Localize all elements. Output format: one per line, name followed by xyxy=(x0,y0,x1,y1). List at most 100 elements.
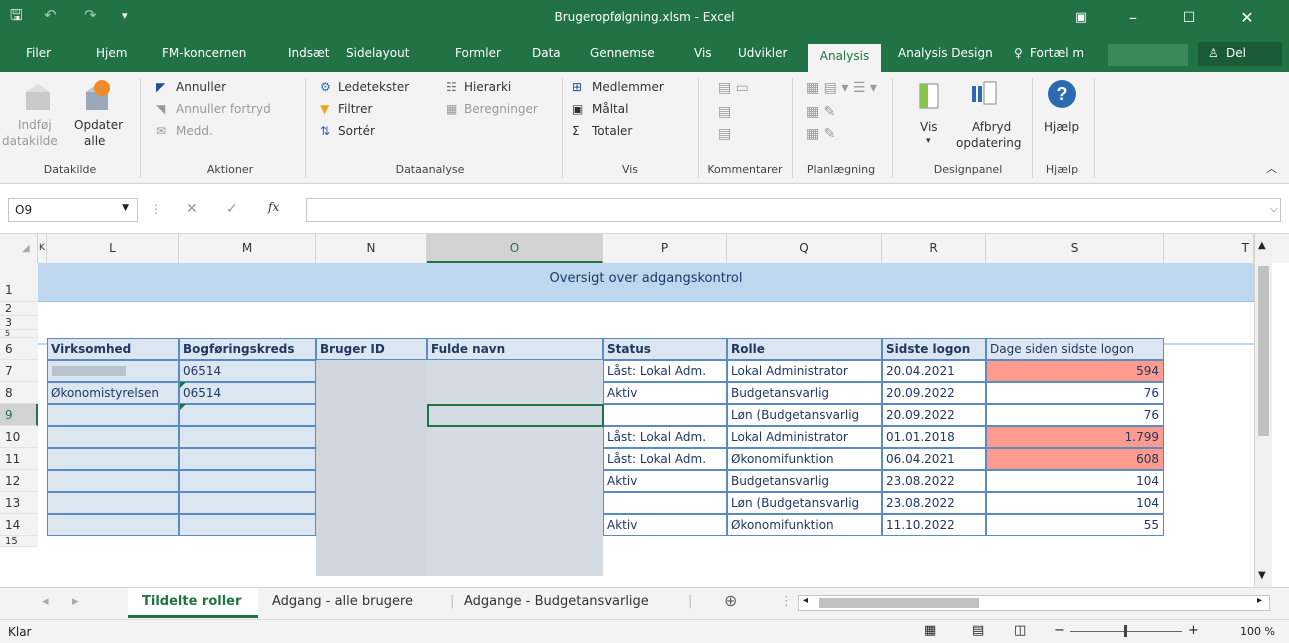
table-header-cell[interactable]: Dage siden sidste logon xyxy=(986,338,1164,360)
expand-formula-icon[interactable]: ⌵ xyxy=(1270,204,1278,215)
filter-button[interactable]: Filtrer xyxy=(338,102,372,116)
table-cell-logon[interactable]: 06.04.2021 xyxy=(882,448,986,470)
insert-function-icon[interactable]: fx xyxy=(268,200,279,214)
row-header[interactable]: 8 xyxy=(0,382,38,404)
table-cell-status[interactable]: Aktiv xyxy=(603,514,727,536)
selected-cell-o9[interactable] xyxy=(427,404,604,427)
pause-refresh-button[interactable]: Afbryd xyxy=(972,120,1011,134)
table-cell-kreds[interactable] xyxy=(179,426,316,448)
message-button[interactable]: Medd. xyxy=(176,124,213,138)
scroll-down-icon[interactable]: ▼ xyxy=(1258,570,1266,581)
row-header[interactable]: 2 xyxy=(0,302,38,316)
add-sheet-icon[interactable]: ⊕ xyxy=(724,591,737,610)
table-cell-logon[interactable]: 11.10.2022 xyxy=(882,514,986,536)
maximize-button[interactable]: ☐ xyxy=(1166,4,1212,32)
table-header-cell[interactable]: Virksomhed xyxy=(47,338,179,360)
table-cell-kreds[interactable] xyxy=(179,492,316,514)
redo-button[interactable]: Annuller fortryd xyxy=(176,102,271,116)
table-cell-rolle[interactable]: Løn (Budgetansvarlig xyxy=(727,492,882,514)
formula-input[interactable] xyxy=(306,198,1281,222)
table-cell-status[interactable]: Aktiv xyxy=(603,382,727,404)
column-header-k[interactable]: K xyxy=(38,234,47,263)
comment-icon[interactable]: ▤ ▭ xyxy=(718,80,749,96)
horizontal-scroll-thumb[interactable] xyxy=(819,598,979,608)
table-cell-virksomhed[interactable] xyxy=(47,470,179,492)
undo-button[interactable]: Annuller xyxy=(176,80,226,94)
table-cell-rolle[interactable]: Lokal Administrator xyxy=(727,360,882,382)
tab-analysis-design[interactable]: Analysis Design xyxy=(898,46,993,60)
enter-icon[interactable]: ✓ xyxy=(226,201,238,217)
table-cell-virksomhed[interactable] xyxy=(47,426,179,448)
table-cell-rolle[interactable]: Økonomifunktion xyxy=(727,448,882,470)
table-header-cell[interactable]: Status xyxy=(603,338,727,360)
tell-me-icon[interactable]: ♀ xyxy=(1014,46,1023,60)
column-header-l[interactable]: L xyxy=(47,234,179,263)
table-header-cell[interactable]: Bruger ID xyxy=(316,338,427,360)
zoom-slider-thumb[interactable] xyxy=(1124,625,1127,637)
planning-save-icon[interactable]: ▦ ✎ xyxy=(806,104,835,120)
column-header-o[interactable]: O xyxy=(427,234,603,263)
table-cell-dage[interactable]: 608 xyxy=(986,448,1164,470)
comment-delete-icon[interactable]: ▤ xyxy=(718,126,731,142)
column-header-n[interactable]: N xyxy=(316,234,427,263)
column-header-m[interactable]: M xyxy=(179,234,316,263)
prompts-button[interactable]: Ledetekster xyxy=(338,80,409,94)
table-cell-dage[interactable]: 76 xyxy=(986,404,1164,426)
hierarchy-button[interactable]: Hierarki xyxy=(464,80,511,94)
prev-sheet-icon[interactable]: ◂ xyxy=(42,594,49,609)
table-cell-logon[interactable]: 01.01.2018 xyxy=(882,426,986,448)
zoom-in-icon[interactable]: + xyxy=(1188,623,1199,638)
table-header-cell[interactable]: Rolle xyxy=(727,338,882,360)
cancel-icon[interactable]: ✕ xyxy=(186,201,198,217)
tab-hjem[interactable]: Hjem xyxy=(96,46,127,60)
minimize-button[interactable]: – xyxy=(1110,4,1156,32)
tab-analysis[interactable]: Analysis xyxy=(808,44,881,72)
table-cell-virksomhed[interactable]: Økonomistyrelsen xyxy=(47,382,179,404)
tab-data[interactable]: Data xyxy=(532,46,561,60)
name-box[interactable]: O9 ▼ xyxy=(8,198,138,222)
table-cell-logon[interactable]: 20.04.2021 xyxy=(882,360,986,382)
row-header[interactable]: 15 xyxy=(0,536,38,547)
table-cell-kreds[interactable] xyxy=(179,448,316,470)
row-header[interactable]: 6 xyxy=(0,338,38,360)
table-cell-virksomhed[interactable] xyxy=(47,514,179,536)
row-header[interactable]: 9 xyxy=(0,404,38,426)
table-cell-logon[interactable]: 20.09.2022 xyxy=(882,382,986,404)
row-header[interactable]: 13 xyxy=(0,492,38,514)
page-break-view-icon[interactable]: ◫ xyxy=(1014,623,1026,638)
table-cell-dage[interactable]: 104 xyxy=(986,470,1164,492)
ribbon-display-options-icon[interactable]: ▣ xyxy=(1058,4,1104,32)
table-cell-kreds[interactable]: 06514 xyxy=(179,360,316,382)
zoom-out-icon[interactable]: − xyxy=(1054,623,1065,638)
scroll-up-icon[interactable]: ▲ xyxy=(1258,240,1266,251)
table-cell-virksomhed[interactable] xyxy=(47,492,179,514)
row-header[interactable]: 12 xyxy=(0,470,38,492)
calculations-button[interactable]: Beregninger xyxy=(464,102,538,116)
tab-indsaet[interactable]: Indsæt xyxy=(288,46,330,60)
table-cell-kreds[interactable] xyxy=(179,514,316,536)
table-header-cell[interactable]: Sidste logon xyxy=(882,338,986,360)
row-header[interactable]: 11 xyxy=(0,448,38,470)
page-layout-view-icon[interactable]: ▤ xyxy=(972,623,984,638)
table-cell-rolle[interactable]: Lokal Administrator xyxy=(727,426,882,448)
column-header-t[interactable]: T xyxy=(1164,234,1254,263)
table-cell-logon[interactable]: 23.08.2022 xyxy=(882,470,986,492)
table-cell-logon[interactable]: 23.08.2022 xyxy=(882,492,986,514)
select-all-corner[interactable]: ◢ xyxy=(0,234,38,263)
design-panel-view-button[interactable]: Vis xyxy=(920,120,938,134)
table-cell-rolle[interactable]: Budgetansvarlig xyxy=(727,470,882,492)
table-cell-status[interactable]: Låst: Lokal Adm. xyxy=(603,360,727,382)
table-cell-rolle[interactable]: Økonomifunktion xyxy=(727,514,882,536)
planning-lock-icon[interactable]: ▦ ✎ xyxy=(806,126,835,142)
table-cell-kreds[interactable] xyxy=(179,404,316,426)
row-header[interactable]: 1 xyxy=(0,263,38,302)
tab-vis[interactable]: Vis xyxy=(694,46,712,60)
table-header-cell[interactable]: Bogføringskreds xyxy=(179,338,316,360)
table-cell-logon[interactable]: 20.09.2022 xyxy=(882,404,986,426)
table-cell-kreds[interactable]: 06514 xyxy=(179,382,316,404)
column-header-p[interactable]: P xyxy=(603,234,727,263)
column-header-s[interactable]: S xyxy=(986,234,1164,263)
row-header[interactable]: 10 xyxy=(0,426,38,448)
tell-me-search[interactable]: Fortæl m xyxy=(1030,46,1084,60)
row-header[interactable]: 3 xyxy=(0,316,38,330)
